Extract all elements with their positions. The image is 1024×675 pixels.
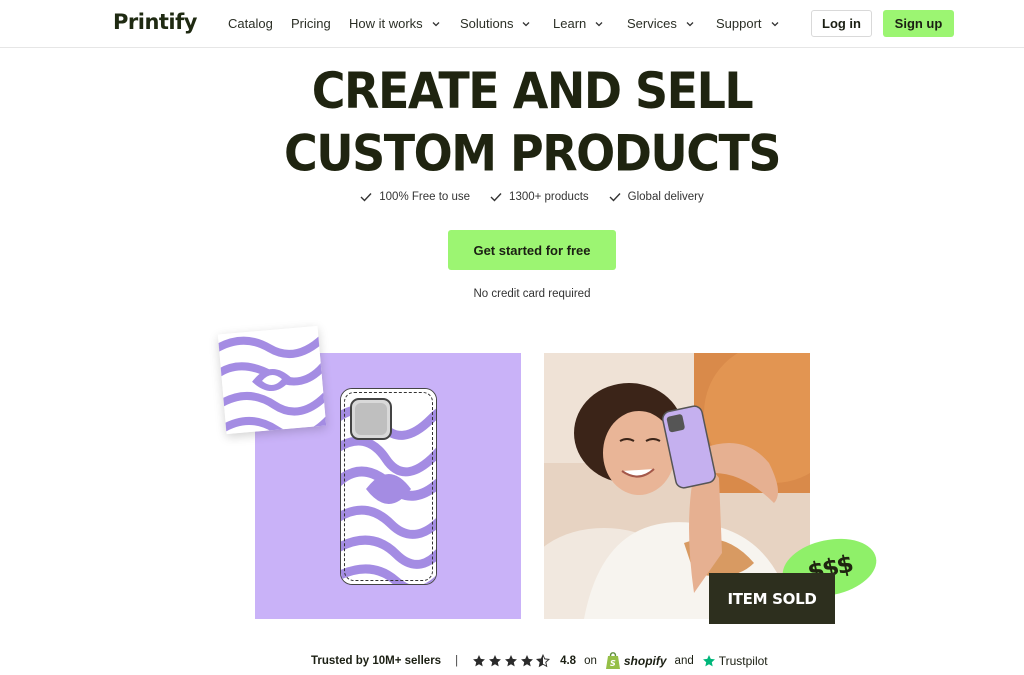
login-button[interactable]: Log in	[811, 10, 872, 37]
hero-title-line: CUSTOM PRODUCTS	[283, 124, 782, 183]
chevron-down-icon	[771, 21, 779, 26]
nav-item-learn[interactable]: Learn	[553, 16, 604, 31]
rating-stars	[472, 654, 551, 668]
star-icon	[489, 655, 502, 667]
feature-item: Global delivery	[609, 191, 704, 203]
feature-label: Global delivery	[627, 191, 704, 203]
shopify-label: shopify	[623, 654, 667, 668]
trustpilot-star-icon	[702, 655, 715, 667]
chevron-down-icon	[432, 21, 440, 26]
wavy-pattern	[217, 325, 327, 435]
nav-item-label: Support	[716, 16, 762, 31]
star-icon	[505, 655, 518, 667]
trust-bar: Trusted by 10M+ sellers | 4.8 on S shopi…	[311, 651, 768, 671]
star-icon	[521, 655, 534, 667]
check-icon	[609, 193, 621, 202]
feature-item: 100% Free to use	[360, 191, 470, 203]
top-navigation: Printify Catalog Pricing How it works So…	[0, 0, 1024, 48]
trustpilot-label: Trustpilot	[718, 654, 768, 668]
nav-item-label: Pricing	[291, 16, 331, 31]
rating-value: 4.8	[560, 655, 577, 667]
star-half-icon	[536, 654, 551, 668]
trusted-sellers-text: Trusted by 10M+ sellers	[311, 655, 442, 667]
nav-item-label: How it works	[349, 16, 423, 31]
feature-list: 100% Free to use 1300+ products Global d…	[0, 191, 1024, 203]
no-credit-card-note: No credit card required	[473, 288, 591, 300]
nav-item-label: Catalog	[228, 16, 273, 31]
divider: |	[455, 655, 459, 667]
camera-lens	[355, 403, 387, 435]
hero-title-line: CREATE AND SELL	[311, 61, 754, 120]
feature-item: 1300+ products	[490, 191, 589, 203]
design-swatch	[217, 325, 327, 435]
feature-label: 100% Free to use	[379, 191, 471, 203]
item-sold-badge: ITEM SOLD	[709, 573, 835, 624]
hero-title: CREATE AND SELL CUSTOM PRODUCTS	[0, 59, 1024, 184]
nav-item-catalog[interactable]: Catalog	[228, 16, 273, 31]
get-started-button[interactable]: Get started for free	[448, 230, 616, 270]
trustpilot-link[interactable]: Trustpilot	[702, 654, 768, 668]
printify-logo[interactable]: Printify	[113, 10, 197, 34]
feature-label: 1300+ products	[509, 191, 589, 203]
signup-button[interactable]: Sign up	[883, 10, 954, 37]
nav-item-label: Services	[627, 16, 677, 31]
svg-text:S: S	[610, 659, 616, 668]
nav-item-services[interactable]: Services	[627, 16, 695, 31]
star-icon	[473, 655, 486, 667]
on-text: on	[584, 655, 597, 667]
nav-item-support[interactable]: Support	[716, 16, 780, 31]
nav-item-label: Solutions	[460, 16, 514, 31]
chevron-down-icon	[595, 21, 603, 26]
shopify-link[interactable]: S shopify	[605, 652, 667, 670]
shopify-bag-icon: S	[605, 652, 620, 669]
nav-item-pricing[interactable]: Pricing	[291, 16, 331, 31]
and-text: and	[674, 655, 694, 667]
nav-item-how-it-works[interactable]: How it works	[349, 16, 441, 31]
nav-item-solutions[interactable]: Solutions	[460, 16, 531, 31]
chevron-down-icon	[523, 21, 530, 26]
nav-item-label: Learn	[553, 16, 587, 31]
check-icon	[490, 193, 502, 202]
check-icon	[360, 193, 372, 202]
chevron-down-icon	[686, 21, 694, 26]
